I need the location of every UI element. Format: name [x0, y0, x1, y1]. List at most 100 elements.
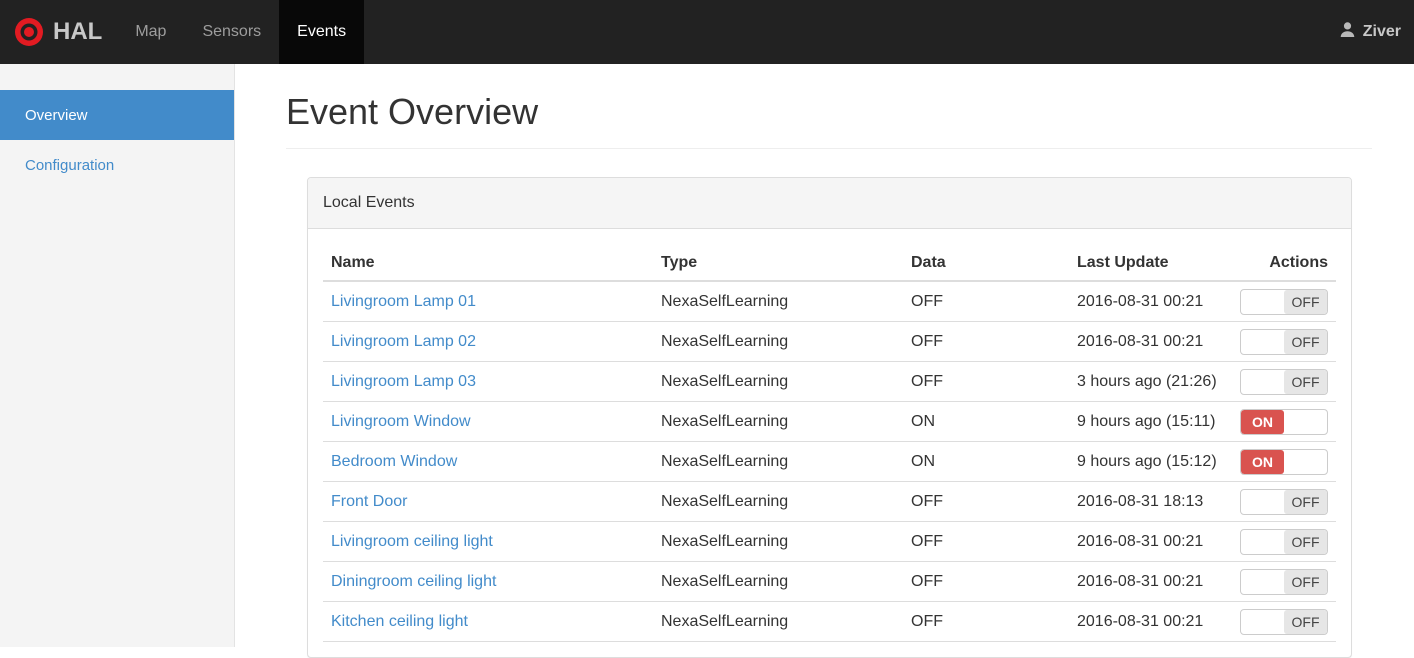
event-type: NexaSelfLearning: [653, 441, 903, 482]
event-toggle-switch[interactable]: OFF: [1240, 369, 1328, 395]
event-data: OFF: [903, 321, 1069, 362]
nav-item-map[interactable]: Map: [117, 0, 184, 64]
local-events-panel: Local Events Name Type Data Last Update …: [307, 177, 1352, 658]
event-name-link[interactable]: Diningroom ceiling light: [331, 573, 496, 590]
table-row: Kitchen ceiling light NexaSelfLearning O…: [323, 601, 1336, 642]
event-data: ON: [903, 401, 1069, 442]
sidebar-item-configuration[interactable]: Configuration: [0, 140, 234, 190]
switch-on-label: [1241, 530, 1284, 554]
event-toggle-switch[interactable]: ON: [1240, 449, 1328, 475]
event-name-link[interactable]: Livingroom ceiling light: [331, 533, 493, 550]
event-last-update: 3 hours ago (21:26): [1069, 361, 1239, 402]
table-row: Bedroom Window NexaSelfLearning ON 9 hou…: [323, 441, 1336, 482]
event-type: NexaSelfLearning: [661, 293, 789, 310]
switch-on-label: ON: [1241, 410, 1284, 434]
switch-on-label: [1241, 370, 1284, 394]
column-header-actions: Actions: [1239, 244, 1336, 282]
event-data: OFF: [903, 361, 1069, 402]
table-row: Diningroom ceiling light NexaSelfLearnin…: [323, 561, 1336, 602]
event-last-update: 2016-08-31 00:21: [1069, 601, 1239, 642]
event-name-link[interactable]: Livingroom Lamp 03: [331, 373, 476, 390]
switch-on-label: [1241, 490, 1284, 514]
switch-off-label: OFF: [1284, 570, 1327, 594]
main-nav: Map Sensors Events: [117, 0, 365, 64]
event-last-update: 9 hours ago (15:11): [1069, 401, 1239, 442]
event-type: NexaSelfLearning: [653, 321, 903, 362]
panel-title: Local Events: [308, 178, 1351, 229]
switch-on-label: [1241, 610, 1284, 634]
table-header-row: Name Type Data Last Update Actions: [323, 244, 1336, 282]
event-toggle-switch[interactable]: ON: [1240, 409, 1328, 435]
hal-logo-target-icon: [14, 17, 44, 47]
event-name-link[interactable]: Livingroom Window: [331, 413, 471, 430]
person-icon: [1339, 21, 1356, 43]
top-navbar: HAL Map Sensors Events Ziver: [0, 0, 1414, 64]
page-title: Event Overview: [286, 91, 1372, 149]
switch-on-label: [1241, 290, 1284, 314]
events-table: Name Type Data Last Update Actions Livin…: [323, 244, 1336, 642]
column-header-name: Name: [323, 244, 653, 282]
event-type: NexaSelfLearning: [653, 401, 903, 442]
table-row: Livingroom Lamp 03 NexaSelfLearning OFF …: [323, 361, 1336, 402]
event-last-update: 2016-08-31 00:21: [1069, 561, 1239, 602]
table-row: Front Door NexaSelfLearning OFF 2016-08-…: [323, 481, 1336, 522]
switch-on-label: [1241, 330, 1284, 354]
event-data: OFF: [903, 481, 1069, 522]
event-type: NexaSelfLearning: [653, 521, 903, 562]
nav-item-sensors[interactable]: Sensors: [184, 0, 279, 64]
event-data: OFF: [903, 521, 1069, 562]
page-layout: Overview Configuration Event Overview Lo…: [0, 64, 1414, 658]
event-toggle-switch[interactable]: OFF: [1240, 289, 1328, 315]
nav-item-events[interactable]: Events: [279, 0, 365, 64]
event-data: OFF: [903, 561, 1069, 602]
event-last-update: 2016-08-31 00:21: [1077, 293, 1204, 310]
sidebar-item-overview[interactable]: Overview: [0, 90, 234, 140]
event-name-link[interactable]: Livingroom Lamp 01: [331, 293, 476, 310]
event-toggle-switch[interactable]: OFF: [1240, 329, 1328, 355]
event-data: OFF: [911, 293, 943, 310]
event-type: NexaSelfLearning: [653, 601, 903, 642]
event-name-link[interactable]: Bedroom Window: [331, 453, 457, 470]
switch-off-label: OFF: [1284, 370, 1327, 394]
event-type: NexaSelfLearning: [653, 561, 903, 602]
user-name: Ziver: [1362, 23, 1401, 40]
event-type: NexaSelfLearning: [653, 361, 903, 402]
switch-on-label: ON: [1241, 450, 1284, 474]
user-menu[interactable]: Ziver: [1326, 0, 1414, 64]
event-last-update: 2016-08-31 00:21: [1069, 521, 1239, 562]
switch-off-label: [1284, 450, 1327, 474]
table-row: Livingroom ceiling light NexaSelfLearnin…: [323, 521, 1336, 562]
switch-off-label: OFF: [1284, 330, 1327, 354]
column-header-type: Type: [653, 244, 903, 282]
column-header-data: Data: [903, 244, 1069, 282]
event-name-link[interactable]: Kitchen ceiling light: [331, 613, 468, 630]
column-header-last-update: Last Update: [1069, 244, 1239, 282]
switch-off-label: OFF: [1284, 490, 1327, 514]
event-last-update: 2016-08-31 00:21: [1069, 321, 1239, 362]
switch-off-label: OFF: [1284, 290, 1327, 314]
event-type: NexaSelfLearning: [653, 481, 903, 522]
event-name-link[interactable]: Livingroom Lamp 02: [331, 333, 476, 350]
event-toggle-switch[interactable]: OFF: [1240, 529, 1328, 555]
panel-body: Name Type Data Last Update Actions Livin…: [308, 229, 1351, 657]
events-table-body: Livingroom Lamp 01 NexaSelfLearning OFF …: [323, 281, 1336, 642]
table-row: Livingroom Lamp 01 NexaSelfLearning OFF …: [323, 281, 1336, 322]
main-content: Event Overview Local Events Name Type Da…: [235, 64, 1414, 658]
switch-on-label: [1241, 570, 1284, 594]
event-toggle-switch[interactable]: OFF: [1240, 489, 1328, 515]
event-toggle-switch[interactable]: OFF: [1240, 569, 1328, 595]
switch-off-label: [1284, 410, 1327, 434]
event-last-update: 9 hours ago (15:12): [1069, 441, 1239, 482]
switch-off-label: OFF: [1284, 610, 1327, 634]
event-data: ON: [903, 441, 1069, 482]
table-row: Livingroom Lamp 02 NexaSelfLearning OFF …: [323, 321, 1336, 362]
brand-label: HAL: [53, 18, 103, 45]
brand[interactable]: HAL: [0, 0, 117, 64]
event-toggle-switch[interactable]: OFF: [1240, 609, 1328, 635]
event-last-update: 2016-08-31 18:13: [1069, 481, 1239, 522]
sidebar: Overview Configuration: [0, 64, 235, 647]
event-data: OFF: [903, 601, 1069, 642]
event-name-link[interactable]: Front Door: [331, 493, 407, 510]
switch-off-label: OFF: [1284, 530, 1327, 554]
table-row: Livingroom Window NexaSelfLearning ON 9 …: [323, 401, 1336, 442]
